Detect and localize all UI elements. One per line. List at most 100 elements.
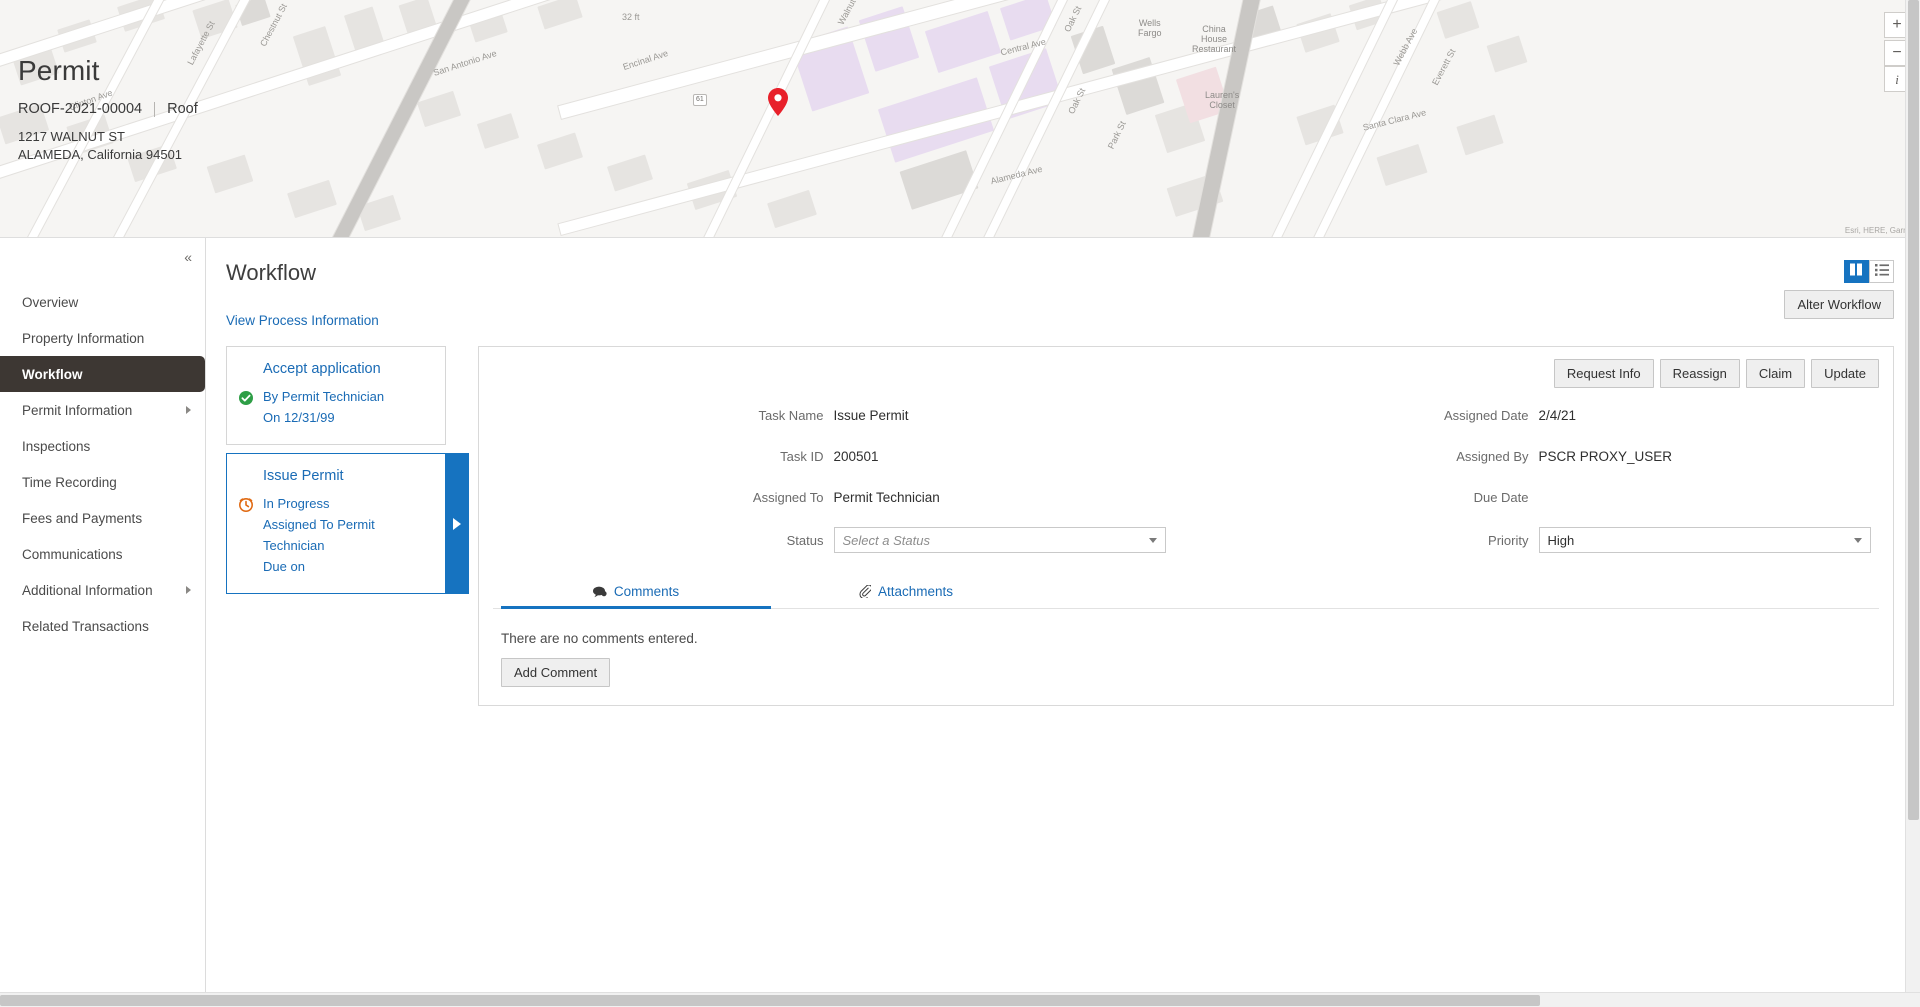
vertical-scrollbar-thumb[interactable] <box>1908 0 1919 820</box>
form-field: Task ID200501 <box>501 445 1166 467</box>
field-control: High <box>1539 527 1872 553</box>
priority-select[interactable]: High <box>1539 527 1872 553</box>
list-view-icon <box>1875 263 1889 281</box>
map-poi-label: Lauren'sCloset <box>1205 90 1239 110</box>
status-select[interactable]: Select a Status <box>834 527 1167 553</box>
field-control: Select a Status <box>834 527 1167 553</box>
field-label: Priority <box>1206 533 1539 548</box>
clock-icon <box>239 498 253 512</box>
task-card-title: Accept application <box>263 361 433 377</box>
record-id: ROOF-2021-00004 <box>18 101 142 117</box>
sidebar-item-label: Permit Information <box>22 403 132 418</box>
subtitle-divider <box>154 102 155 117</box>
columns-view-icon <box>1850 263 1863 281</box>
horizontal-scrollbar-thumb[interactable] <box>0 995 1540 1006</box>
field-label: Assigned To <box>501 490 834 505</box>
form-field: Due Date <box>1206 486 1871 508</box>
task-card-line: By Permit Technician <box>263 386 433 407</box>
map-banner[interactable]: Chestnut StLafayette StSan Antonio AveEn… <box>0 0 1920 238</box>
select-value: Select a Status <box>843 533 930 548</box>
field-label: Status <box>501 533 834 548</box>
tab-label: Attachments <box>878 584 953 599</box>
form-field: Status Select a Status <box>501 527 1166 553</box>
alter-workflow-wrap: Alter Workflow <box>1784 290 1894 319</box>
sidebar: « Overview Property Information Workflow Pe… <box>0 238 206 1007</box>
main-content: Workflow <box>206 238 1920 1007</box>
sidebar-item-inspections[interactable]: Inspections <box>0 428 205 464</box>
map-route-shield: 61 <box>693 94 707 106</box>
map-poi-label: ChinaHouseRestaurant <box>1192 24 1236 54</box>
task-card-line: In Progress <box>263 493 433 514</box>
sidebar-item-label: Overview <box>22 295 78 310</box>
add-comment-button[interactable]: Add Comment <box>501 658 610 687</box>
task-card[interactable]: Accept applicationBy Permit TechnicianOn… <box>226 346 446 445</box>
columns-view-button[interactable] <box>1844 260 1869 283</box>
sidebar-item-time-recording[interactable]: Time Recording <box>0 464 205 500</box>
view-process-information-link[interactable]: View Process Information <box>226 313 379 328</box>
sidebar-item-property-information[interactable]: Property Information <box>0 320 205 356</box>
comments-empty-message: There are no comments entered. <box>501 631 1871 646</box>
tab-attachments[interactable]: Attachments <box>771 576 1041 608</box>
sidebar-item-permit-information[interactable]: Permit Information <box>0 392 205 428</box>
selected-task-arrow-icon <box>445 453 469 594</box>
form-field: Assigned Date2/4/21 <box>1206 404 1871 426</box>
select-value: High <box>1548 533 1575 548</box>
task-fields-left: Task NameIssue PermitTask ID200501Assign… <box>501 404 1166 572</box>
field-value: 200501 <box>834 449 879 464</box>
horizontal-scrollbar[interactable] <box>0 992 1920 1007</box>
form-field: Assigned ToPermit Technician <box>501 486 1166 508</box>
task-card-line: Assigned To Permit Technician <box>263 514 433 556</box>
sidebar-item-related-transactions[interactable]: Related Transactions <box>0 608 205 644</box>
field-label: Assigned Date <box>1206 408 1539 423</box>
tab-comments[interactable]: Comments <box>501 576 771 608</box>
detail-tabs: Comments Attachments <box>493 576 1879 609</box>
sidebar-item-overview[interactable]: Overview <box>0 284 205 320</box>
sidebar-item-label: Time Recording <box>22 475 117 490</box>
sidebar-item-label: Workflow <box>22 367 83 382</box>
address-line-2: ALAMEDA, California 94501 <box>18 146 198 164</box>
request-info-button[interactable]: Request Info <box>1554 359 1654 388</box>
sidebar-item-label: Related Transactions <box>22 619 149 634</box>
sidebar-item-label: Fees and Payments <box>22 511 142 526</box>
list-view-button[interactable] <box>1869 260 1894 283</box>
chevron-down-icon <box>1149 538 1157 543</box>
claim-button[interactable]: Claim <box>1746 359 1805 388</box>
paperclip-icon <box>859 585 871 598</box>
task-action-buttons: Request InfoReassignClaimUpdate <box>493 359 1879 388</box>
field-value: Issue Permit <box>834 408 909 423</box>
field-value: 2/4/21 <box>1539 408 1577 423</box>
page-shell: « OverviewProperty InformationWorkflowPe… <box>0 238 1920 1007</box>
map-poi-label: WellsFargo <box>1138 18 1162 38</box>
sidebar-item-communications[interactable]: Communications <box>0 536 205 572</box>
form-field: Priority High <box>1206 527 1871 553</box>
page-title: Permit <box>18 55 198 87</box>
comments-panel: There are no comments entered. Add Comme… <box>493 609 1879 687</box>
sidebar-item-fees-and-payments[interactable]: Fees and Payments <box>0 500 205 536</box>
sidebar-item-label: Communications <box>22 547 123 562</box>
collapse-sidebar-button[interactable]: « <box>184 249 191 265</box>
vertical-scrollbar[interactable] <box>1905 0 1920 992</box>
map-street-label: 32 ft <box>622 12 640 22</box>
task-card-title: Issue Permit <box>263 468 433 484</box>
record-subtitle: ROOF-2021-00004 Roof <box>18 101 198 117</box>
tab-label: Comments <box>614 584 679 599</box>
alter-workflow-button[interactable]: Alter Workflow <box>1784 290 1894 319</box>
record-address: 1217 WALNUT ST ALAMEDA, California 94501 <box>18 128 198 164</box>
task-card-rail: Accept applicationBy Permit TechnicianOn… <box>226 346 446 706</box>
field-value: Permit Technician <box>834 490 940 505</box>
sidebar-item-label: Property Information <box>22 331 144 346</box>
address-line-1: 1217 WALNUT ST <box>18 128 198 146</box>
task-form: Task NameIssue PermitTask ID200501Assign… <box>493 404 1879 572</box>
field-label: Task ID <box>501 449 834 464</box>
task-detail-panel: Request InfoReassignClaimUpdate Task Nam… <box>478 346 1894 706</box>
reassign-button[interactable]: Reassign <box>1660 359 1740 388</box>
map-canvas[interactable]: Chestnut StLafayette StSan Antonio AveEn… <box>0 0 1920 237</box>
update-button[interactable]: Update <box>1811 359 1879 388</box>
location-pin-icon <box>768 88 788 116</box>
sidebar-item-additional-information[interactable]: Additional Information <box>0 572 205 608</box>
task-card[interactable]: Issue Permit In ProgressAssigned To Permi… <box>226 453 446 594</box>
sidebar-item-label: Inspections <box>22 439 90 454</box>
field-label: Assigned By <box>1206 449 1539 464</box>
task-card-line: Due on <box>263 556 433 577</box>
sidebar-item-workflow[interactable]: Workflow <box>0 356 205 392</box>
